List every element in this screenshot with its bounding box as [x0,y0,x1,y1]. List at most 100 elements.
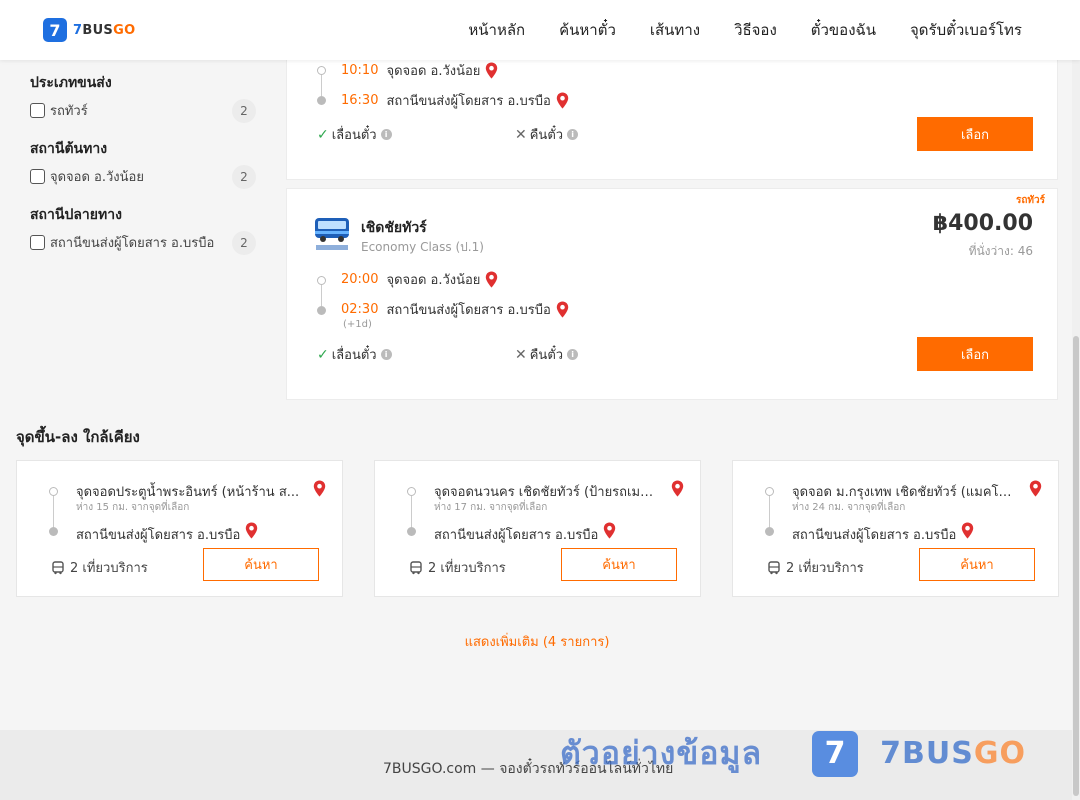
next-day-indicator: (+1d) [343,319,372,330]
info-icon[interactable]: i [380,349,392,360]
watermark-text: ตัวอย่างข้อมูล [560,734,763,772]
trip-count-label: 2 เที่ยวบริการ [70,561,148,576]
filter-checkbox[interactable] [30,168,45,184]
filter-option[interactable]: จุดจอด อ.วังน้อย 2 [30,165,256,189]
depart-time: 20:00 [341,272,379,287]
check-icon: ✓ [317,126,329,143]
scrollbar-thumb[interactable] [1073,336,1079,796]
site-logo[interactable]: 7 7BUSGO [43,18,135,42]
map-pin-icon[interactable] [313,480,326,497]
arrive-time: 16:30 [341,93,379,108]
nearby-destination: สถานีขนส่งผู้โดยสาร อ.บรบือ [792,522,974,545]
nearby-origin: จุดจอด ม.กรุงเทพ เชิดชัยทัวร์ (แมคโด... [792,485,1017,500]
nav-home[interactable]: หน้าหลัก [468,18,525,42]
filter-checkbox[interactable] [30,102,45,118]
nav-routes[interactable]: เส้นทาง [650,18,700,42]
filter-destination-station: สถานีปลายทาง สถานีขนส่งผู้โดยสาร อ.บรบือ… [30,204,256,255]
depart-dot-icon [317,66,326,75]
operator-logo-icon [315,218,349,250]
filter-option-label: จุดจอด อ.วังน้อย [50,169,144,185]
origin-dot-icon [765,487,774,496]
depart-stop: 20:00 จุดจอด อ.วังน้อย [341,269,498,290]
nearby-search-button[interactable]: ค้นหา [203,548,319,581]
map-pin-icon[interactable] [485,62,498,79]
info-icon[interactable]: i [567,129,579,140]
arrive-stop: 16:30 สถานีขนส่งผู้โดยสาร อ.บรบือ [341,90,569,111]
nearby-trip-count: 2 เที่ยวบริการ [767,557,864,578]
filter-option-label: รถทัวร์ [50,103,88,119]
dest-dot-icon [407,527,416,536]
operator-name: เชิดชัยทัวร์ [361,220,427,236]
refund-policy: ✕ คืนตั๋ว i [515,124,579,145]
map-pin-icon[interactable] [245,522,258,539]
change-ticket-policy: ✓ เลื่อนตั๋ว i [317,344,392,365]
page-scrollbar[interactable] [1072,0,1080,800]
transport-type-tag: รถทัวร์ [1015,195,1045,206]
origin-dot-icon [407,487,416,496]
show-more-link[interactable]: แสดงเพิ่มเติม (4 รายการ) [0,631,1074,652]
watermark-brand: 7BUSGO [880,736,1026,771]
nav-my-tickets[interactable]: ตั๋วของฉัน [811,18,876,42]
nearby-search-button[interactable]: ค้นหา [561,548,677,581]
filter-title: สถานีปลายทาง [30,207,122,223]
nearby-destination: สถานีขนส่งผู้โดยสาร อ.บรบือ [434,522,616,545]
nav-ticket-pickup-phone[interactable]: จุดรับตั๋วเบอร์โทร [910,18,1022,42]
timeline-line [321,75,322,96]
nav-how-to-book[interactable]: วิธีจอง [734,18,777,42]
map-pin-icon[interactable] [1029,480,1042,497]
check-icon: ✓ [317,346,329,363]
arrive-stop-name: สถานีขนส่งผู้โดยสาร อ.บรบือ [386,94,551,109]
watermark-logo-badge: 7 [812,730,859,777]
filter-transport-type: ประเภทขนส่ง รถทัวร์ 2 [30,72,256,123]
nearby-card: จุดจอดประตูน้ำพระอินทร์ (หน้าร้าน ส... ห… [16,460,343,597]
map-pin-icon[interactable] [556,301,569,318]
top-header: 7 7BUSGO หน้าหลัก ค้นหาตั๋ว เส้นทาง วิธี… [0,0,1080,60]
change-ticket-label: เลื่อนตั๋ว [331,348,377,363]
map-pin-icon[interactable] [603,522,616,539]
nearby-origin: จุดจอดนวนคร เชิดชัยทัวร์ (ป้ายรถเมล์... [434,485,659,500]
cross-icon: ✕ [515,126,527,143]
nearby-distance: ห่าง 15 กม. จากจุดที่เลือก [76,502,190,513]
trip-count-label: 2 เที่ยวบริการ [428,561,506,576]
info-icon[interactable]: i [567,349,579,360]
map-pin-icon[interactable] [961,522,974,539]
filter-option[interactable]: สถานีขนส่งผู้โดยสาร อ.บรบือ 2 [30,231,256,255]
nearby-origin: จุดจอดประตูน้ำพระอินทร์ (หน้าร้าน ส... [76,485,300,500]
map-pin-icon[interactable] [671,480,684,497]
info-icon[interactable]: i [380,129,392,140]
filter-title: สถานีต้นทาง [30,141,108,157]
seats-available: ที่นั่งว่าง: 46 [968,244,1033,258]
filter-title: ประเภทขนส่ง [30,75,112,91]
filter-count-badge: 2 [232,99,256,123]
map-pin-icon[interactable] [556,92,569,109]
filter-checkbox[interactable] [30,234,45,250]
filter-origin-station: สถานีต้นทาง จุดจอด อ.วังน้อย 2 [30,138,256,189]
nearby-section-title: จุดขึ้น-ลง ใกล้เคียง [16,428,140,446]
nav-search-tickets[interactable]: ค้นหาตั๋ว [559,18,616,42]
select-trip-button[interactable]: เลือก [917,337,1033,371]
watermark: ตัวอย่างข้อมูล 7 7BUSGO [560,728,1026,779]
filter-count-badge: 2 [232,165,256,189]
arrive-dot-icon [317,96,326,105]
trip-count-label: 2 เที่ยวบริการ [786,561,864,576]
refund-policy: ✕ คืนตั๋ว i [515,344,579,365]
depart-dot-icon [317,276,326,285]
nearby-trip-count: 2 เที่ยวบริการ [51,557,148,578]
timeline-line [769,496,770,528]
filter-count-badge: 2 [232,231,256,255]
origin-dot-icon [49,487,58,496]
dest-dot-icon [765,527,774,536]
logo-badge: 7 [43,18,67,42]
trip-price: ฿400.00 [932,211,1033,236]
nearby-search-button[interactable]: ค้นหา [919,548,1035,581]
arrive-dot-icon [317,306,326,315]
depart-time: 10:10 [341,63,379,78]
select-trip-button[interactable]: เลือก [917,117,1033,151]
depart-stop-name: จุดจอด อ.วังน้อย [386,64,481,79]
map-pin-icon[interactable] [485,271,498,288]
change-ticket-policy: ✓ เลื่อนตั๋ว i [317,124,392,145]
nearby-card: จุดจอด ม.กรุงเทพ เชิดชัยทัวร์ (แมคโด... … [732,460,1059,597]
nearby-destination: สถานีขนส่งผู้โดยสาร อ.บรบือ [76,522,258,545]
filter-option[interactable]: รถทัวร์ 2 [30,99,256,123]
nearby-trip-count: 2 เที่ยวบริการ [409,557,506,578]
